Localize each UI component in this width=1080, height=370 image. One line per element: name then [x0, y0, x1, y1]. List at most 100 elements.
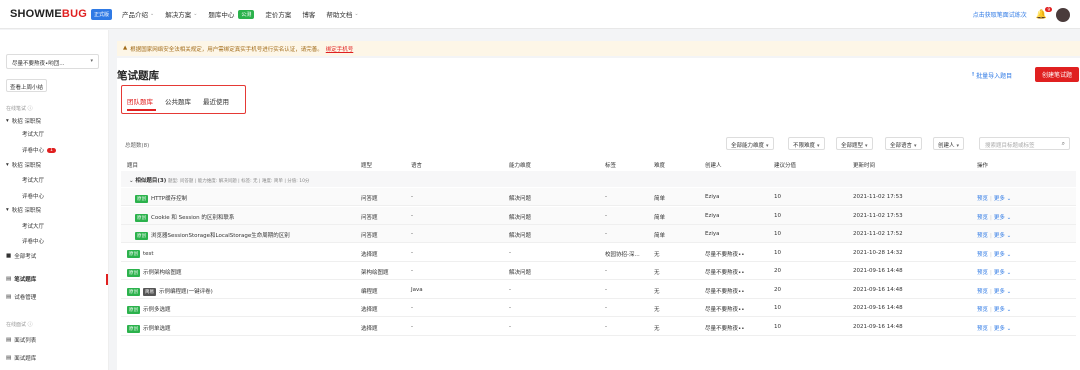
cell-score: 20	[774, 286, 781, 293]
more-link[interactable]: 更多	[994, 196, 1005, 202]
filter-creator[interactable]: 创建人 ▾	[933, 137, 965, 150]
table-row[interactable]: 原创 示例架构绘图题 架构绘图题 - 解决问题 - 无 尽量不要熬夜•• 20 2021-09-1…	[121, 262, 1076, 280]
search-input[interactable]: 搜索题目标题或标签 ⌕	[979, 137, 1070, 150]
filter-language[interactable]: 全部语言 ▾	[885, 137, 922, 150]
more-link[interactable]: 更多	[994, 326, 1005, 332]
col-ability: 能力维度	[509, 163, 532, 169]
create-question-button[interactable]: 创建笔试题	[1035, 67, 1079, 82]
tree-item-exam-hall[interactable]: 考试大厅	[22, 222, 44, 230]
preview-link[interactable]: 预览	[977, 326, 988, 332]
preview-link[interactable]: 预览	[977, 307, 988, 313]
tree-item-grading[interactable]: 评卷中心	[22, 192, 44, 200]
cell-score: 20	[774, 268, 781, 274]
tree-item-grading[interactable]: 评卷中心 1	[22, 146, 56, 154]
avatar[interactable]	[1056, 7, 1070, 22]
cell-updated: 2021-11-02 17:52	[853, 231, 903, 237]
cell-updated: 2021-09-16 14:48	[853, 323, 903, 330]
upload-icon: ⭱	[972, 71, 975, 78]
table-row[interactable]: 原创 示例多选题 选择题 - - - 无 尽量不要熬夜•• 10 2021-09-16 14:48…	[121, 299, 1076, 317]
menu-written-bank[interactable]: ▤ 笔试题库	[6, 275, 36, 283]
preview-link[interactable]: 预览	[977, 233, 988, 239]
preview-link[interactable]: 预览	[977, 270, 988, 276]
caret-down-icon: ▾	[6, 207, 9, 213]
question-title[interactable]: 示例架构绘图题	[143, 270, 182, 276]
tree-item-exam-hall[interactable]: 考试大厅	[22, 130, 44, 138]
cell-difficulty: 无	[654, 288, 660, 295]
question-title-cell[interactable]: 原创 示例单选题	[127, 324, 171, 333]
table-row[interactable]: 原创 HTTP缓存控制 问答题 - 解决问题 - 简单 Eziya 10 2021-11-02 1…	[121, 188, 1076, 206]
question-title[interactable]: test	[143, 251, 154, 257]
preview-link[interactable]: 预览	[977, 252, 988, 258]
nav-docs[interactable]: 帮助文档 ⌄	[326, 9, 358, 19]
tree-item-exam-hall[interactable]: 考试大厅	[22, 176, 44, 184]
batch-import-button[interactable]: ⭱ 批量导入题目	[972, 70, 1012, 80]
more-link[interactable]: 更多	[994, 252, 1005, 258]
bind-phone-link[interactable]: 绑定手机号	[326, 45, 354, 53]
tree-item-campus[interactable]: ▾ 秋招 深职院	[6, 161, 41, 169]
interview-quota-link[interactable]: 点击获取笔面试练次	[973, 10, 1027, 19]
week-summary-button[interactable]: 查看上周小结	[6, 79, 48, 92]
row-actions: 预览 | 更多 ⌄	[977, 213, 1011, 221]
chevron-down-icon: ⌄	[1004, 233, 1012, 239]
bell-icon[interactable]: 🔔 9	[1036, 6, 1052, 20]
table-row[interactable]: 原创 Cookie 和 Session 的区别和联系 问答题 - 解决问题 - 简单 Eziy…	[121, 206, 1076, 225]
nav-pricing[interactable]: 定价方案	[265, 9, 291, 19]
menu-interview-bank[interactable]: ▤ 面试题库	[6, 354, 36, 362]
separator: |	[990, 307, 992, 313]
question-title[interactable]: HTTP缓存控制	[151, 196, 187, 202]
tree-item-campus[interactable]: ▾ 秋招 深职院	[6, 206, 41, 214]
nav-solutions[interactable]: 解决方案 ⌄	[165, 9, 197, 19]
question-title-cell[interactable]: 原创 示例架构绘图题	[127, 268, 182, 277]
question-title-cell[interactable]: 原创 test	[127, 249, 154, 258]
top-bar: SHOWMEBUG 正式版 产品介绍 ⌄ 解决方案 ⌄ 题库中心 公测 定价方案 博客…	[0, 0, 1080, 29]
question-title-cell[interactable]: 原创 Cookie 和 Session 的区别和联系	[135, 213, 234, 222]
table-row[interactable]: 原创 test 选择题 - - 校园协招-深... 无 尽量不要熬夜•• 10 2021-10-2…	[121, 244, 1076, 262]
nav-products[interactable]: 产品介绍 ⌄	[122, 9, 154, 19]
tree-item-campus[interactable]: ▾ 秋招 深职院	[6, 117, 41, 125]
question-title-cell[interactable]: 原创 示例多选题	[127, 305, 171, 314]
similar-group-row[interactable]: ⌄ 相似题目(3) 题型: 问答题 | 能力维度: 解决问题 | 标签: 无 |…	[121, 171, 1076, 187]
total-count: 总题数(8)	[125, 143, 150, 149]
chevron-down-icon: ⌄	[1004, 251, 1012, 258]
preview-link[interactable]: 预览	[977, 215, 988, 221]
tree-item-all-exams[interactable]: ■ 全部考试	[6, 252, 36, 260]
question-title-cell[interactable]: 原创 简易 示例编程题(一键评卷)	[127, 287, 213, 296]
more-link[interactable]: 更多	[994, 215, 1005, 221]
separator: |	[990, 325, 992, 332]
question-title[interactable]: 示例多选题	[143, 307, 171, 313]
warning-icon: ▲	[123, 45, 128, 51]
question-title-cell[interactable]: 原创 HTTP缓存控制	[135, 194, 187, 203]
nav-question-bank[interactable]: 题库中心 公测	[208, 9, 255, 19]
filter-type[interactable]: 全部题型 ▾	[836, 137, 873, 150]
menu-paper-management[interactable]: ▤ 试卷管理	[6, 293, 36, 301]
question-title[interactable]: 示例编程题(一键评卷)	[159, 289, 213, 295]
table-row[interactable]: 原创 简易 示例编程题(一键评卷) 编程题 Java - - 无 尽量不要熬夜•• 20 2021-…	[121, 281, 1076, 299]
preview-link[interactable]: 预览	[977, 196, 988, 202]
table-row[interactable]: 原创 浏览器SessionStorage和LocalStorage生命周期的区别 问…	[121, 225, 1076, 243]
col-creator: 创建人	[705, 163, 722, 169]
more-link[interactable]: 更多	[994, 289, 1005, 295]
question-title[interactable]: 示例单选题	[143, 326, 171, 332]
question-title[interactable]: Cookie 和 Session 的区别和联系	[151, 215, 234, 221]
table-row[interactable]: 原创 示例单选题 选择题 - - - 无 尽量不要熬夜•• 10 2021-09-16 14:48…	[121, 318, 1076, 336]
menu-interview-list[interactable]: ▤ 面试列表	[6, 336, 36, 344]
nav-blog[interactable]: 博客	[302, 9, 315, 19]
more-link[interactable]: 更多	[994, 270, 1005, 276]
question-title-cell[interactable]: 原创 浏览器SessionStorage和LocalStorage生命周期的区别	[135, 231, 290, 240]
more-link[interactable]: 更多	[994, 233, 1005, 239]
tab-public-bank[interactable]: 公共题库	[165, 96, 191, 106]
origin-tag: 原创	[135, 213, 148, 222]
preview-link[interactable]: 预览	[977, 289, 988, 295]
more-link[interactable]: 更多	[994, 307, 1005, 313]
cell-lang: -	[411, 212, 413, 219]
filter-ability[interactable]: 全部能力维度 ▾	[726, 137, 774, 150]
filter-difficulty[interactable]: 不限难度 ▾	[788, 137, 825, 150]
question-title[interactable]: 浏览器SessionStorage和LocalStorage生命周期的区别	[151, 233, 290, 239]
org-select[interactable]: 尽量不要熬夜•哟団... ▾	[6, 54, 99, 69]
logo[interactable]: SHOWMEBUG	[10, 8, 87, 20]
tab-team-bank[interactable]: 团队题库	[127, 96, 153, 106]
cell-creator: 尽量不要熬夜••	[705, 288, 745, 295]
tree-item-grading[interactable]: 评卷中心	[22, 237, 44, 245]
tab-recent[interactable]: 最近使用	[203, 96, 229, 106]
cell-creator: 尽量不要熬夜••	[705, 251, 745, 258]
